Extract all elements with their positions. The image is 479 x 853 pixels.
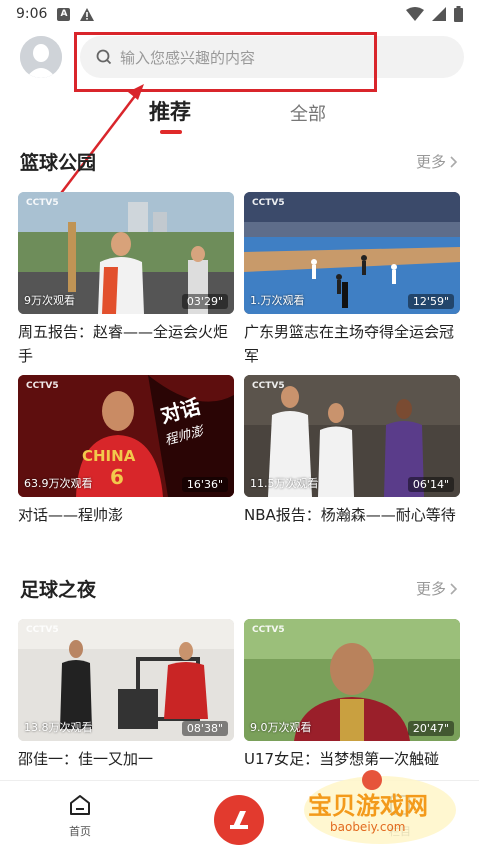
video-thumbnail[interactable]: CCTV5 CHINA 6 对话 程帅澎 63.9万次观看 16'36" — [18, 375, 234, 497]
view-count: 9.0万次观看 — [250, 721, 312, 734]
tv-channel-logo: CCTV5 — [252, 198, 285, 208]
header: 输入您感兴趣的内容 — [0, 34, 479, 78]
section-title: 足球之夜 — [20, 579, 97, 601]
warning-icon — [80, 7, 95, 21]
notification-a-icon: A — [57, 7, 71, 21]
video-card[interactable]: CCTV5 9万次观看 03'29" 周五报告：赵睿——全运会火炬手 — [18, 192, 234, 368]
tab-bar: 推荐 全部 — [0, 96, 479, 136]
video-title[interactable]: 广东男篮志在主场夺得全运会冠军 — [244, 320, 460, 368]
video-card[interactable]: CCTV5 11.5万次观看 06'14" NBA报告：杨瀚森——耐心等待 — [244, 375, 460, 527]
tab-recommend[interactable]: 推荐 — [149, 96, 191, 126]
more-button[interactable]: 更多 — [416, 151, 458, 172]
cctv5-logo-icon — [230, 811, 248, 829]
more-button[interactable]: 更多 — [416, 578, 458, 599]
tv-channel-logo: CCTV5 — [26, 625, 59, 635]
tv-channel-logo: CCTV5 — [26, 381, 59, 391]
avatar[interactable] — [20, 36, 62, 78]
video-thumbnail[interactable]: CCTV5 1.万次观看 12'59" — [244, 192, 460, 314]
wifi-icon — [406, 7, 424, 21]
search-placeholder: 输入您感兴趣的内容 — [120, 48, 256, 67]
signal-icon — [432, 7, 446, 21]
view-count: 63.9万次观看 — [24, 477, 93, 490]
video-card[interactable]: CCTV5 13.8万次观看 08'38" 邵佳一：佳一又加一 — [18, 619, 234, 771]
video-thumbnail[interactable]: CCTV5 9万次观看 03'29" — [18, 192, 234, 314]
video-duration: 16'36" — [181, 477, 228, 492]
video-thumbnail[interactable]: CCTV5 11.5万次观看 06'14" — [244, 375, 460, 497]
columns-icon — [390, 795, 410, 815]
video-title[interactable]: 邵佳一：佳一又加一 — [18, 747, 234, 771]
nav-columns[interactable]: 栏目 — [370, 793, 430, 839]
view-count: 9万次观看 — [24, 294, 75, 307]
jersey-number: 6 — [110, 465, 124, 489]
nav-home[interactable]: 首页 — [50, 793, 110, 839]
view-count: 11.5万次观看 — [250, 477, 319, 490]
video-thumbnail[interactable]: CCTV5 9.0万次观看 20'47" — [244, 619, 460, 741]
view-count: 1.万次观看 — [250, 294, 305, 307]
video-duration: 06'14" — [407, 477, 454, 492]
tab-active-indicator — [160, 130, 182, 134]
video-title[interactable]: NBA报告：杨瀚森——耐心等待 — [244, 503, 460, 527]
video-card[interactable]: CCTV5 CHINA 6 对话 程帅澎 63.9万次观看 16'36" 对话—… — [18, 375, 234, 527]
status-bar: 9:06 A — [0, 0, 479, 28]
video-thumbnail[interactable]: CCTV5 13.8万次观看 08'38" — [18, 619, 234, 741]
user-avatar-icon — [20, 36, 62, 78]
status-time: 9:06 — [16, 6, 48, 22]
chevron-right-icon — [450, 582, 458, 595]
nav-columns-label: 栏目 — [389, 825, 411, 838]
tv-channel-logo: CCTV5 — [26, 198, 59, 208]
tv-channel-logo: CCTV5 — [252, 625, 285, 635]
jersey-text: CHINA — [82, 447, 136, 465]
tab-all[interactable]: 全部 — [290, 100, 326, 126]
video-title[interactable]: 周五报告：赵睿——全运会火炬手 — [18, 320, 234, 368]
more-label: 更多 — [415, 580, 446, 598]
live-button[interactable] — [214, 795, 264, 845]
tv-channel-logo: CCTV5 — [252, 381, 285, 391]
chevron-right-icon — [450, 155, 458, 168]
video-card[interactable]: CCTV5 1.万次观看 12'59" 广东男篮志在主场夺得全运会冠军 — [244, 192, 460, 368]
section-title: 篮球公园 — [20, 152, 97, 174]
nav-home-label: 首页 — [69, 825, 91, 838]
video-duration: 03'29" — [181, 294, 228, 309]
section-header-basketball: 篮球公园 更多 — [20, 148, 460, 178]
video-duration: 12'59" — [407, 294, 454, 309]
view-count: 13.8万次观看 — [24, 721, 93, 734]
bottom-nav: 首页 栏目 — [0, 780, 479, 853]
video-duration: 08'38" — [181, 721, 228, 736]
more-label: 更多 — [415, 153, 446, 171]
video-title[interactable]: 对话——程帅澎 — [18, 503, 234, 527]
battery-icon — [454, 6, 463, 22]
video-card[interactable]: CCTV5 9.0万次观看 20'47" U17女足：当梦想第一次触碰 — [244, 619, 460, 771]
home-icon — [70, 795, 90, 815]
video-duration: 20'47" — [407, 721, 454, 736]
search-icon — [96, 49, 112, 65]
video-title[interactable]: U17女足：当梦想第一次触碰 — [244, 747, 460, 771]
search-input[interactable]: 输入您感兴趣的内容 — [80, 36, 464, 78]
section-header-football: 足球之夜 更多 — [20, 575, 460, 605]
